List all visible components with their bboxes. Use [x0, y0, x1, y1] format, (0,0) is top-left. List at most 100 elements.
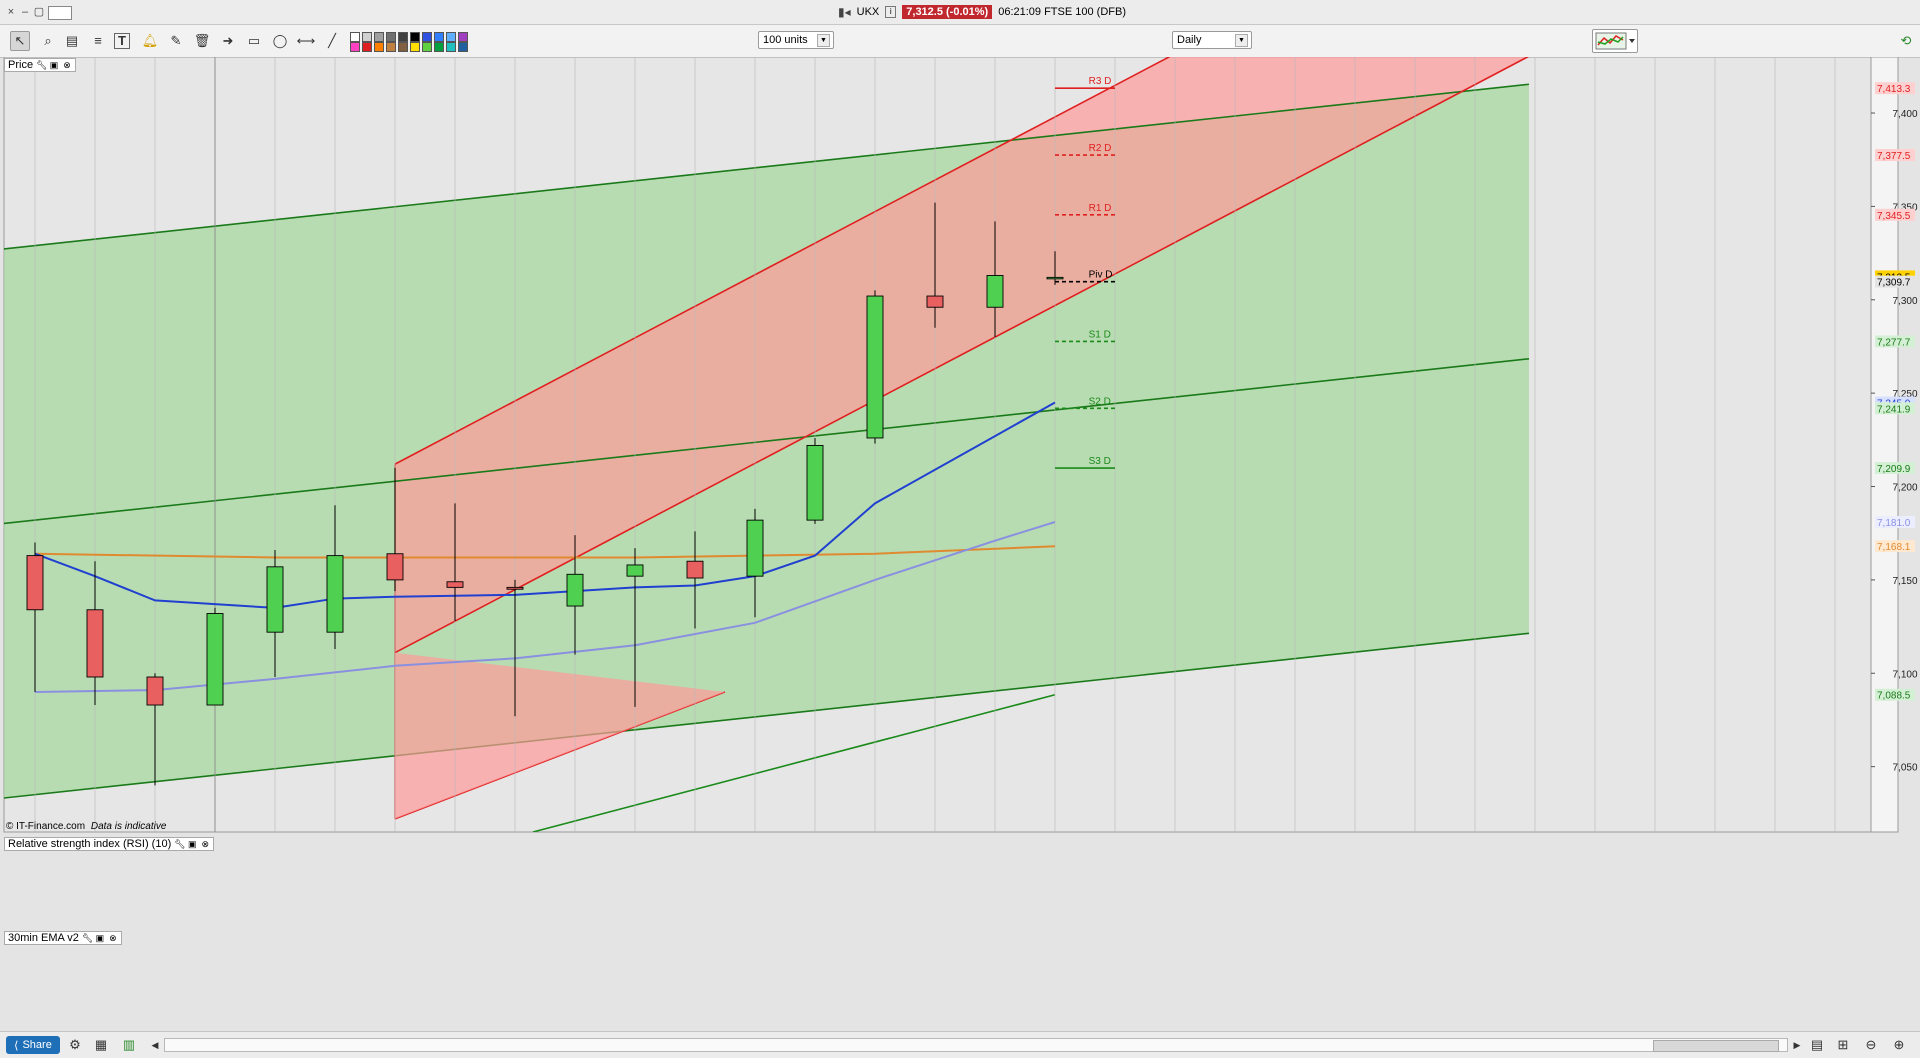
- trend-line-tool-icon[interactable]: ╱: [322, 31, 342, 51]
- ellipse-tool-icon[interactable]: ◯: [270, 31, 290, 51]
- alert-bell-icon[interactable]: 🔔︎: [140, 31, 160, 51]
- color-swatch[interactable]: [446, 32, 456, 42]
- pointer-tool-icon[interactable]: ↖: [10, 31, 30, 51]
- candle[interactable]: [806, 437, 824, 524]
- interval-select[interactable]: Daily ▼: [1172, 31, 1252, 49]
- price-tag: 7,241.9: [1877, 404, 1911, 415]
- candle-body: [566, 573, 584, 607]
- layout-icon[interactable]: ▦: [92, 1036, 110, 1054]
- info-icon[interactable]: i: [885, 6, 897, 18]
- grid-icon[interactable]: ▥: [120, 1036, 138, 1054]
- wrench-icon[interactable]: 🔧︎: [36, 60, 47, 70]
- color-swatch[interactable]: [350, 42, 360, 52]
- instrument-icon: ▮◂: [838, 5, 851, 19]
- pivot-label-piv: Piv D: [1089, 270, 1113, 281]
- candle-body: [986, 275, 1004, 308]
- candle[interactable]: [206, 607, 224, 706]
- copyright-text: © IT-Finance.com: [6, 821, 86, 832]
- sidebar-toggle-icon[interactable]: ⟲: [1896, 31, 1916, 51]
- rectangle-tool-icon[interactable]: ▭: [244, 31, 264, 51]
- close-panel-icon[interactable]: ⊗: [200, 839, 210, 849]
- time-scrollbar[interactable]: [164, 1038, 1788, 1052]
- color-swatch[interactable]: [350, 32, 360, 42]
- candle-body: [326, 555, 344, 633]
- units-select-value: 100 units: [763, 34, 808, 46]
- price-tag: 7,181.0: [1877, 518, 1911, 529]
- maximize-icon[interactable]: ▣: [49, 60, 59, 70]
- text-tool-icon[interactable]: T: [114, 33, 130, 49]
- pivot-label-r2: R2 D: [1089, 143, 1112, 154]
- y-tick-label: 7,050: [1892, 763, 1917, 774]
- candle-body: [806, 444, 824, 521]
- restore-window-icon[interactable]: ▢: [32, 5, 46, 19]
- maximize-icon[interactable]: ▣: [187, 839, 197, 849]
- calendar-icon[interactable]: ▤: [1808, 1036, 1826, 1054]
- rsi-panel-label: Relative strength index (RSI) (10): [8, 838, 172, 850]
- ema30-panel-label: 30min EMA v2: [8, 932, 79, 944]
- scroll-right-icon[interactable]: ▶: [1788, 1036, 1806, 1054]
- fibonacci-tool-icon[interactable]: ≡: [88, 31, 108, 51]
- share-icon: ⟨: [14, 1039, 19, 1052]
- color-swatch[interactable]: [386, 32, 396, 42]
- color-swatch[interactable]: [446, 42, 456, 52]
- close-panel-icon[interactable]: ⊗: [108, 933, 118, 943]
- wrench-icon[interactable]: 🔧︎: [82, 933, 93, 943]
- wrench-icon[interactable]: 🔧︎: [174, 839, 185, 849]
- color-swatch[interactable]: [398, 32, 408, 42]
- maximize-icon[interactable]: ▣: [95, 933, 105, 943]
- pivot-label-s1: S1 D: [1089, 329, 1111, 340]
- pivot-label-r3: R3 D: [1089, 76, 1112, 87]
- y-tick-label: 7,150: [1892, 576, 1917, 587]
- candle-body: [866, 295, 884, 439]
- color-swatch[interactable]: [422, 32, 432, 42]
- y-tick-label: 7,100: [1892, 669, 1917, 680]
- zoom-in-icon[interactable]: ⊕: [1890, 1036, 1908, 1054]
- color-swatch[interactable]: [362, 32, 372, 42]
- candle[interactable]: [866, 290, 884, 444]
- color-swatch[interactable]: [410, 32, 420, 42]
- minimize-window-icon[interactable]: –: [18, 5, 32, 19]
- keyboard-icon[interactable]: [48, 6, 72, 20]
- price-badge: 7,312.5 (-0.01%): [902, 5, 993, 19]
- color-swatch[interactable]: [398, 42, 408, 52]
- close-panel-icon[interactable]: ⊗: [62, 60, 72, 70]
- scroll-thumb[interactable]: [1653, 1040, 1779, 1052]
- y-tick-label: 7,300: [1892, 296, 1917, 307]
- zoom-out-icon[interactable]: ⊖: [1862, 1036, 1880, 1054]
- price-chart[interactable]: R3 DR2 DR1 DPiv DS1 DS2 DS3 D7,4007,3507…: [0, 57, 1920, 833]
- indicator-menu-button[interactable]: [1592, 29, 1638, 53]
- indicator-chart-icon: [1595, 32, 1635, 50]
- zoom-tool-icon[interactable]: ⌕: [38, 31, 58, 51]
- horizontal-line-tool-icon[interactable]: ⟷: [296, 31, 316, 51]
- color-swatch[interactable]: [386, 42, 396, 52]
- candle-body: [86, 609, 104, 678]
- price-tag: 7,209.9: [1877, 464, 1911, 475]
- candle-body: [146, 676, 164, 706]
- bottom-bar: ⟨ Share ⚙ ▦ ▥ ◀ ▶ ▤ ⊞ ⊖ ⊕: [0, 1031, 1920, 1058]
- color-swatch[interactable]: [458, 32, 468, 42]
- copyright-note: © IT-Finance.com Data is indicative: [6, 821, 166, 832]
- color-swatch[interactable]: [374, 32, 384, 42]
- price-axis: [1870, 57, 1899, 833]
- rsi-panel-header: Relative strength index (RSI) (10) 🔧︎ ▣ …: [4, 837, 215, 851]
- chart-tool-icon[interactable]: ▤: [62, 31, 82, 51]
- color-swatch[interactable]: [434, 42, 444, 52]
- title-bar: × – ▢ ▮◂ UKX i 7,312.5 (-0.01%) 06:21:09…: [0, 0, 1920, 25]
- scroll-left-icon[interactable]: ◀: [146, 1036, 164, 1054]
- price-tag: 7,377.5: [1877, 151, 1911, 162]
- brush-tool-icon[interactable]: ✎: [166, 31, 186, 51]
- zoom-fit-icon[interactable]: ⊞: [1834, 1036, 1852, 1054]
- close-window-icon[interactable]: ×: [4, 5, 18, 19]
- units-select[interactable]: 100 units ▼: [758, 31, 834, 49]
- share-button[interactable]: ⟨ Share: [6, 1036, 60, 1054]
- candle-body: [26, 555, 44, 611]
- arrow-tool-icon[interactable]: ➜: [218, 31, 238, 51]
- color-swatch[interactable]: [458, 42, 468, 52]
- color-swatch[interactable]: [362, 42, 372, 52]
- color-swatch[interactable]: [410, 42, 420, 52]
- trash-icon[interactable]: 🗑︎: [192, 31, 212, 51]
- color-swatch[interactable]: [422, 42, 432, 52]
- color-swatch[interactable]: [374, 42, 384, 52]
- color-swatch[interactable]: [434, 32, 444, 42]
- settings-icon[interactable]: ⚙: [66, 1036, 84, 1054]
